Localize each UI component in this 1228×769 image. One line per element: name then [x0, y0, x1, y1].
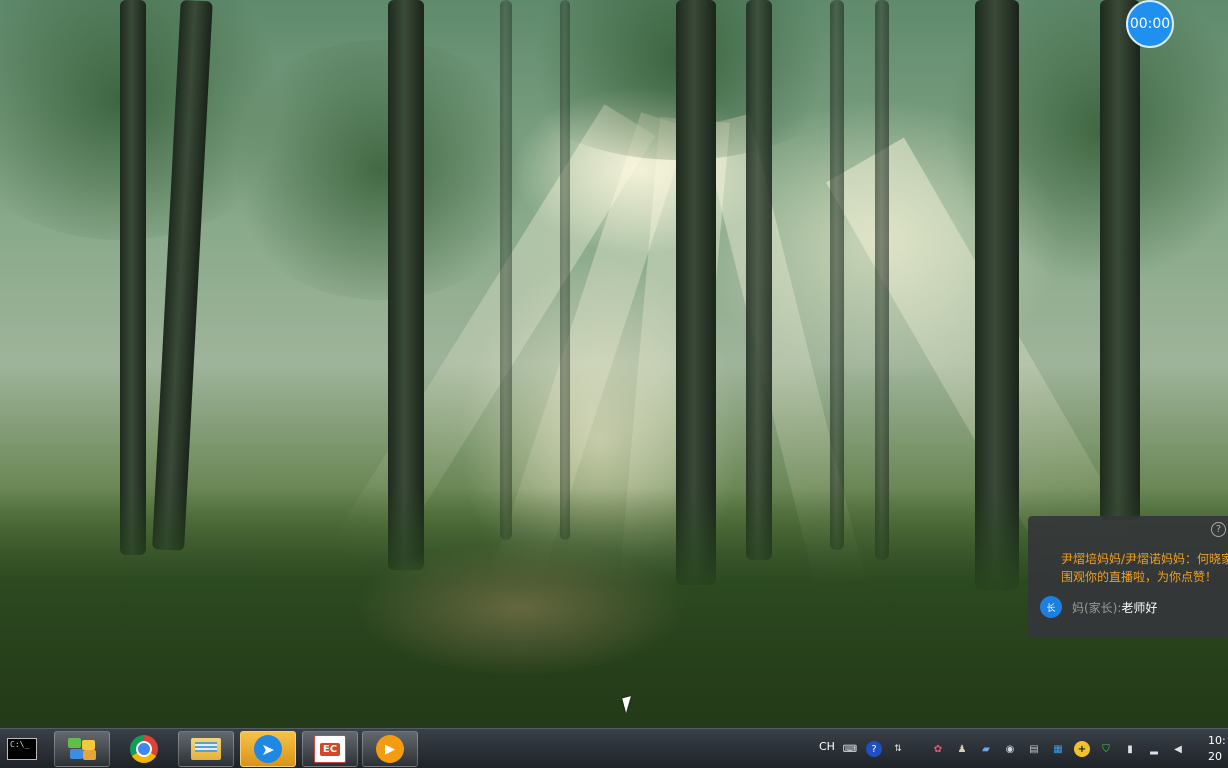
- foliage: [220, 40, 540, 300]
- grid-icon[interactable]: ▦: [1050, 741, 1066, 757]
- clock-time: 10:: [1208, 734, 1226, 747]
- taskbar-chrome[interactable]: [116, 731, 172, 767]
- tree-trunk: [388, 0, 424, 570]
- network-icon[interactable]: ▰: [978, 741, 994, 757]
- taskbar: C:\_ ➤ EC ▶ CH ⌨ ? ⇅ ✿ ♟ ▰ ◉ ▤ ▦ + ⛉ ▮ ▂…: [0, 728, 1228, 768]
- system-tray-right: ✿ ♟ ▰ ◉ ▤ ▦ + ⛉ ▮ ▂ ◀: [930, 729, 1194, 769]
- chrome-icon: [130, 735, 158, 763]
- live-timer[interactable]: 00:00: [1126, 0, 1174, 48]
- clock-date: 20: [1208, 750, 1222, 763]
- taskbar-powerpoint[interactable]: EC: [302, 731, 358, 767]
- message-sender: 妈(家长):: [1072, 600, 1122, 615]
- person-icon[interactable]: ♟: [954, 741, 970, 757]
- tree-trunk: [1100, 0, 1140, 520]
- taskbar-live-app[interactable]: ▶: [362, 731, 418, 767]
- add-icon[interactable]: +: [1074, 741, 1090, 757]
- timer-text: 00:00: [1129, 16, 1171, 32]
- screen-icon[interactable]: ▤: [1026, 741, 1042, 757]
- keyboard-icon[interactable]: ⌨: [842, 741, 858, 757]
- taskbar-windows-explorer[interactable]: [54, 731, 110, 767]
- tree-trunk: [560, 0, 570, 540]
- windows-explorer-icon: [68, 738, 96, 760]
- chat-notification-popup[interactable]: ? 尹熠培妈妈/尹熠诺妈妈：何晓家 围观你的直播啦，为你点赞！ 长 妈(家长):…: [1028, 516, 1228, 638]
- cmd-icon: C:\_: [7, 738, 37, 760]
- folder-icon: [191, 738, 221, 760]
- signal-icon[interactable]: ▂: [1146, 741, 1162, 757]
- battery-icon[interactable]: ▮: [1122, 741, 1138, 757]
- tree-trunk: [746, 0, 772, 560]
- parent-role-icon: 长: [1040, 596, 1062, 618]
- message-content: 老师好: [1121, 600, 1158, 615]
- tree-trunk: [500, 0, 512, 540]
- cmd-label: C:\_: [10, 740, 30, 749]
- help-icon[interactable]: ?: [1211, 522, 1226, 537]
- dingtalk-icon: ➤: [254, 735, 282, 763]
- tree-trunk: [875, 0, 889, 560]
- taskbar-dingtalk[interactable]: ➤: [240, 731, 296, 767]
- system-tray-left: ⌨ ? ⇅: [842, 729, 914, 769]
- sync-icon[interactable]: ◉: [1002, 741, 1018, 757]
- tree-trunk: [830, 0, 844, 550]
- live-app-icon: ▶: [376, 735, 404, 763]
- help-icon[interactable]: ?: [866, 741, 882, 757]
- system-clock[interactable]: 10: 20: [1208, 733, 1226, 765]
- notice-text: 尹熠培妈妈/尹熠诺妈妈：何晓家 围观你的直播啦，为你点赞！: [1061, 552, 1228, 584]
- powerpoint-label: EC: [319, 742, 341, 756]
- powerpoint-icon: EC: [314, 735, 346, 763]
- input-method-icon[interactable]: ⇅: [890, 741, 906, 757]
- volume-icon[interactable]: ◀: [1170, 741, 1186, 757]
- taskbar-file-manager[interactable]: [178, 731, 234, 767]
- taskbar-cmd[interactable]: C:\_: [0, 731, 44, 767]
- shield-icon[interactable]: ⛉: [1098, 741, 1114, 757]
- tree-trunk: [120, 0, 146, 555]
- flower-icon[interactable]: ✿: [930, 741, 946, 757]
- role-badge: 长: [1046, 603, 1056, 614]
- language-indicator[interactable]: CH: [819, 740, 835, 753]
- chat-message: 长 妈(家长): 老师好: [1040, 596, 1157, 618]
